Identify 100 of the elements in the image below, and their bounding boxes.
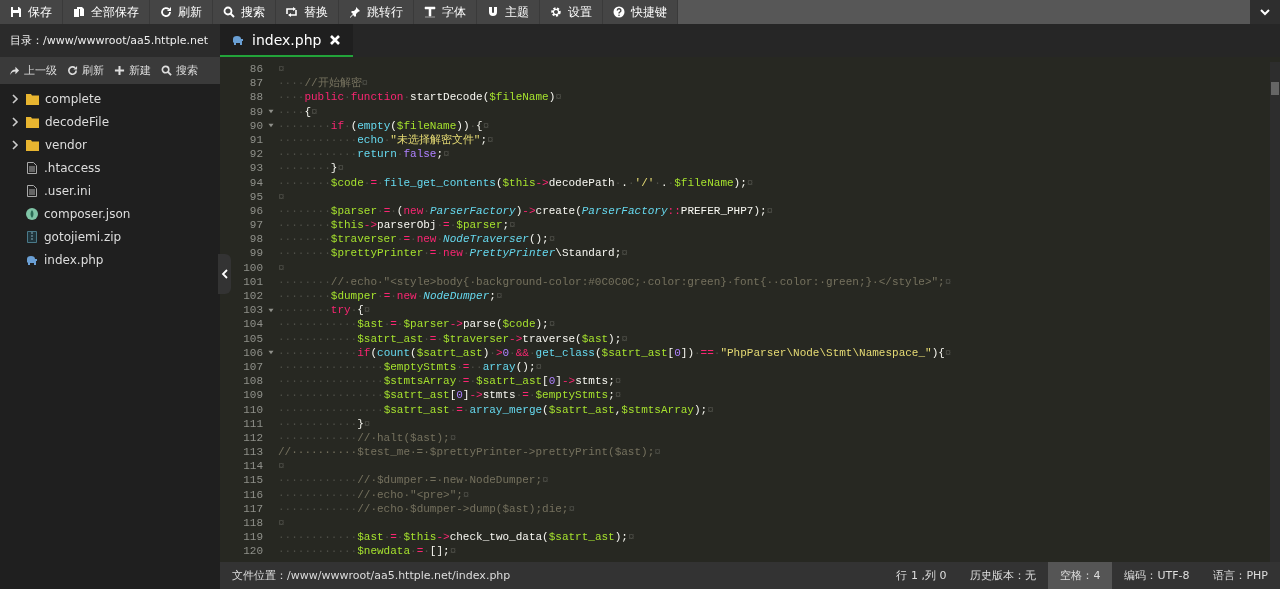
sidebar-action[interactable]: 上一级 xyxy=(6,63,60,78)
chevron-right-icon[interactable] xyxy=(10,93,20,104)
status-item[interactable]: 空格：4 xyxy=(1048,562,1113,589)
file-tree-item[interactable]: vendor xyxy=(45,137,87,152)
refresh-icon xyxy=(67,65,78,76)
directory-path: 目录：/www/wwwroot/aa5.httple.net xyxy=(0,24,220,57)
help-icon xyxy=(613,6,625,18)
code-line: ········if·(empty($fileName))·{¤ xyxy=(278,118,490,133)
code-line: ········$prettyPrinter·=·new·PrettyPrinter\Standard;¤ xyxy=(278,246,628,261)
code-line: ····public·function·startDecode($fileName)¤ xyxy=(278,90,562,105)
code-line: ¤ xyxy=(278,260,285,275)
file-tree-item[interactable]: composer.json xyxy=(44,206,131,221)
code-line: ¤ xyxy=(278,459,285,474)
elephant-icon xyxy=(232,33,244,46)
refresh-icon xyxy=(160,6,172,18)
line-number: 103 xyxy=(242,303,263,318)
close-icon xyxy=(329,33,342,46)
line-number: 111 xyxy=(242,416,263,431)
status-item[interactable]: 行 1 ,列 0 xyxy=(884,562,959,589)
line-number: 110 xyxy=(242,402,263,417)
magnet-icon xyxy=(487,6,499,18)
settings-icon xyxy=(550,6,562,18)
code-line: ········$code·=·file_get_contents($this->decodePath·.·'/'·.·$fileName);¤ xyxy=(278,175,754,190)
code-line: ············//·halt($ast);¤ xyxy=(278,430,457,446)
toolbar-button[interactable]: 设置 xyxy=(540,0,603,24)
fold-arrow-icon[interactable] xyxy=(267,109,274,115)
file-tree-item[interactable]: index.php xyxy=(44,252,104,267)
code-line: ········try·{¤ xyxy=(278,303,371,318)
code-line: ················$stmtsArray·=·$satrt_ast[0]->stmts;¤ xyxy=(278,374,622,389)
file-tree-item[interactable]: decodeFile xyxy=(45,114,110,129)
line-number: 95 xyxy=(248,189,263,204)
chevron-left-icon xyxy=(220,269,229,279)
line-number: 115 xyxy=(242,473,263,488)
collapse-handle[interactable] xyxy=(218,254,231,294)
toolbar-button[interactable]: 快捷键 xyxy=(603,0,678,24)
toolbar-button[interactable]: 搜索 xyxy=(213,0,276,24)
code-line: ¤ xyxy=(278,516,285,531)
toolbar-button[interactable]: 全部保存 xyxy=(63,0,150,24)
sidebar-action[interactable]: 搜索 xyxy=(158,63,201,78)
code-line: ············if(count($satrt_ast)·>0·&&·get_class($satrt_ast[0])·==·"PhpParser\Node\Stmt\Namespace_"){¤ xyxy=(278,345,952,360)
toolbar-button[interactable]: 保存 xyxy=(0,0,63,24)
fold-arrow-icon[interactable] xyxy=(267,123,274,129)
code-line: ············return·false;¤ xyxy=(278,147,450,162)
file-location: 文件位置：/www/wwwroot/aa5.httple.net/index.php xyxy=(231,568,512,583)
scrollbar[interactable] xyxy=(1270,62,1280,562)
replace-icon xyxy=(286,6,298,18)
line-number: 100 xyxy=(242,260,263,275)
chevron-right-icon[interactable] xyxy=(10,139,20,150)
code-line: ········$parser·=·(new·ParserFactory)->create(ParserFactory::PREFER_PHP7);¤ xyxy=(278,203,774,219)
line-number: 96 xyxy=(248,203,263,219)
toolbar-button[interactable]: 字体 xyxy=(414,0,477,24)
chevron-right-icon[interactable] xyxy=(10,116,20,127)
line-number: 120 xyxy=(242,544,263,559)
line-number: 97 xyxy=(248,218,263,233)
pin-icon xyxy=(349,6,361,18)
status-item[interactable]: 编码：UTF-8 xyxy=(1112,562,1202,589)
save-icon xyxy=(10,6,22,18)
folder-icon xyxy=(26,115,39,128)
line-number: 116 xyxy=(242,487,263,502)
file-tree-item[interactable]: .htaccess xyxy=(44,160,101,175)
plus-icon xyxy=(114,65,125,76)
fold-arrow-icon[interactable] xyxy=(267,350,274,356)
line-number: 105 xyxy=(242,331,263,346)
status-item[interactable]: 历史版本：无 xyxy=(958,562,1049,589)
toolbar-button[interactable]: 替换 xyxy=(276,0,339,24)
toolbar-button[interactable]: 主题 xyxy=(477,0,540,24)
chevron-down-icon xyxy=(1259,6,1271,18)
code-line: ········$traverser·=·new·NodeTraverser();¤ xyxy=(278,232,556,247)
toolbar-button[interactable]: 刷新 xyxy=(150,0,213,24)
line-number: 119 xyxy=(242,530,263,545)
file-tree-item[interactable]: .user.ini xyxy=(44,183,91,198)
file-tree-item[interactable]: complete xyxy=(45,91,102,106)
file-tab[interactable]: index.php xyxy=(220,24,354,57)
line-number: 89 xyxy=(248,104,263,119)
code-line: ········$dumper·=·new·NodeDumper;¤ xyxy=(278,289,503,304)
line-number: 109 xyxy=(242,388,263,403)
code-line: ············}¤ xyxy=(278,416,371,431)
code-line: ········//·echo·"<style>body{·background-color:#0C0C0C;·color:green}·font{··color:·green;}·</style>";¤ xyxy=(278,274,952,289)
line-number: 104 xyxy=(242,317,263,332)
line-number: 88 xyxy=(248,90,263,105)
toolbar-button[interactable]: 跳转行 xyxy=(339,0,414,24)
code-line: ················$satrt_ast·=·array_merge($satrt_ast,$stmtsArray);¤ xyxy=(278,402,714,417)
share-arrow-icon xyxy=(9,65,20,76)
document-icon xyxy=(26,161,38,174)
status-item[interactable]: 语言：PHP xyxy=(1201,562,1280,589)
line-number: 106 xyxy=(242,345,263,360)
code-line: ············//·echo·"<pre>";¤ xyxy=(278,487,470,502)
line-number: 114 xyxy=(242,459,263,474)
search-icon xyxy=(223,6,235,18)
line-number: 107 xyxy=(242,359,263,375)
sidebar-action[interactable]: 新建 xyxy=(111,63,154,78)
dropdown-button[interactable] xyxy=(1250,0,1280,24)
line-number: 101 xyxy=(242,274,263,289)
line-number: 117 xyxy=(242,501,263,516)
file-tree-item[interactable]: gotojiemi.zip xyxy=(44,229,122,244)
sidebar-action[interactable]: 刷新 xyxy=(64,63,107,78)
line-number: 102 xyxy=(242,289,263,304)
code-line: ············//·echo·$dumper->dump($ast);die;¤ xyxy=(278,501,576,516)
fold-arrow-icon[interactable] xyxy=(267,307,274,313)
line-number: 112 xyxy=(242,430,263,446)
